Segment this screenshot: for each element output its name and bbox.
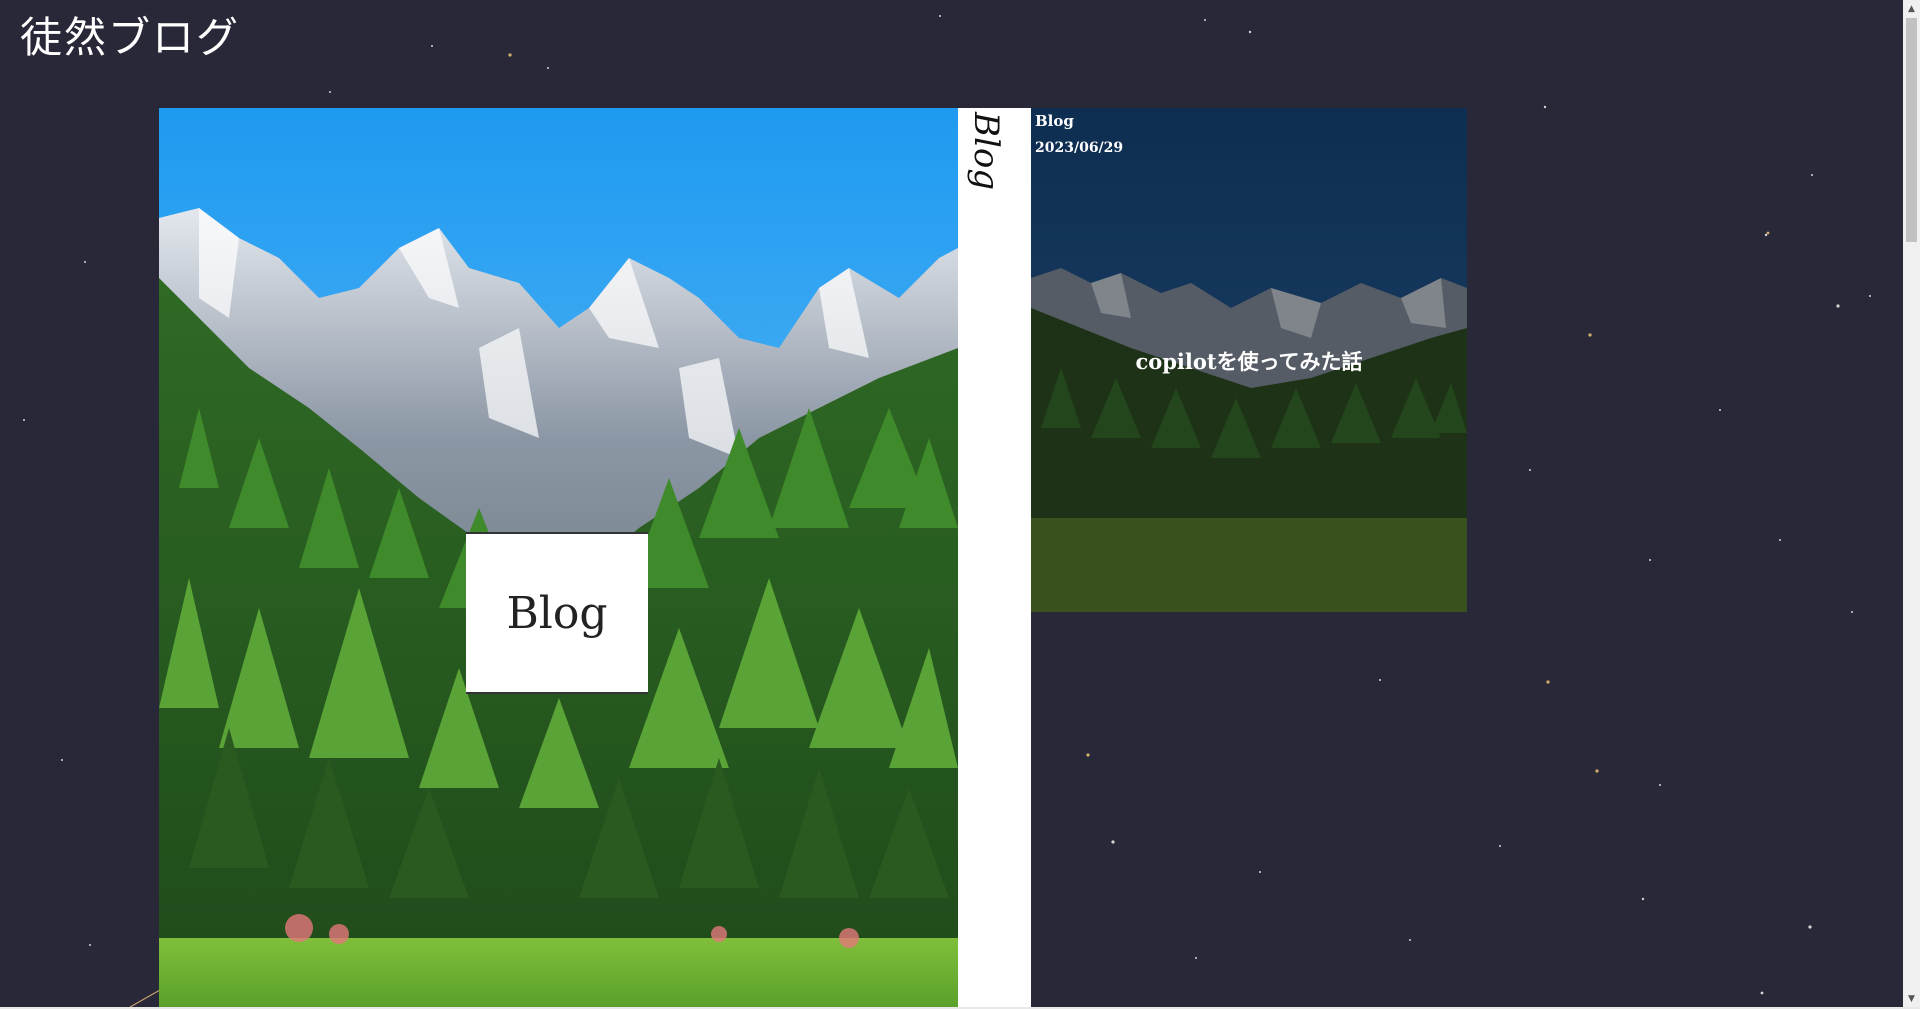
hero-blog-card-label: Blog (506, 587, 608, 639)
vertical-scrollbar[interactable]: ▲ ▼ (1903, 0, 1920, 1007)
post-card[interactable]: Blog 2023/06/29 copilotを使ってみた話 (1031, 108, 1467, 612)
hero-image[interactable]: Blog (159, 108, 958, 1008)
scroll-up-icon[interactable]: ▲ (1903, 0, 1920, 17)
hero-blog-card[interactable]: Blog (466, 532, 648, 694)
post-title[interactable]: copilotを使ってみた話 (1031, 346, 1467, 376)
scrollbar-thumb[interactable] (1906, 18, 1917, 242)
post-date: 2023/06/29 (1035, 140, 1124, 156)
post-category[interactable]: Blog (1035, 112, 1074, 130)
section-side-strip: Blog (958, 108, 1031, 1008)
scroll-down-icon[interactable]: ▼ (1903, 990, 1920, 1007)
vertical-section-label: Blog (966, 112, 1006, 191)
site-title[interactable]: 徒然ブログ (20, 4, 240, 65)
